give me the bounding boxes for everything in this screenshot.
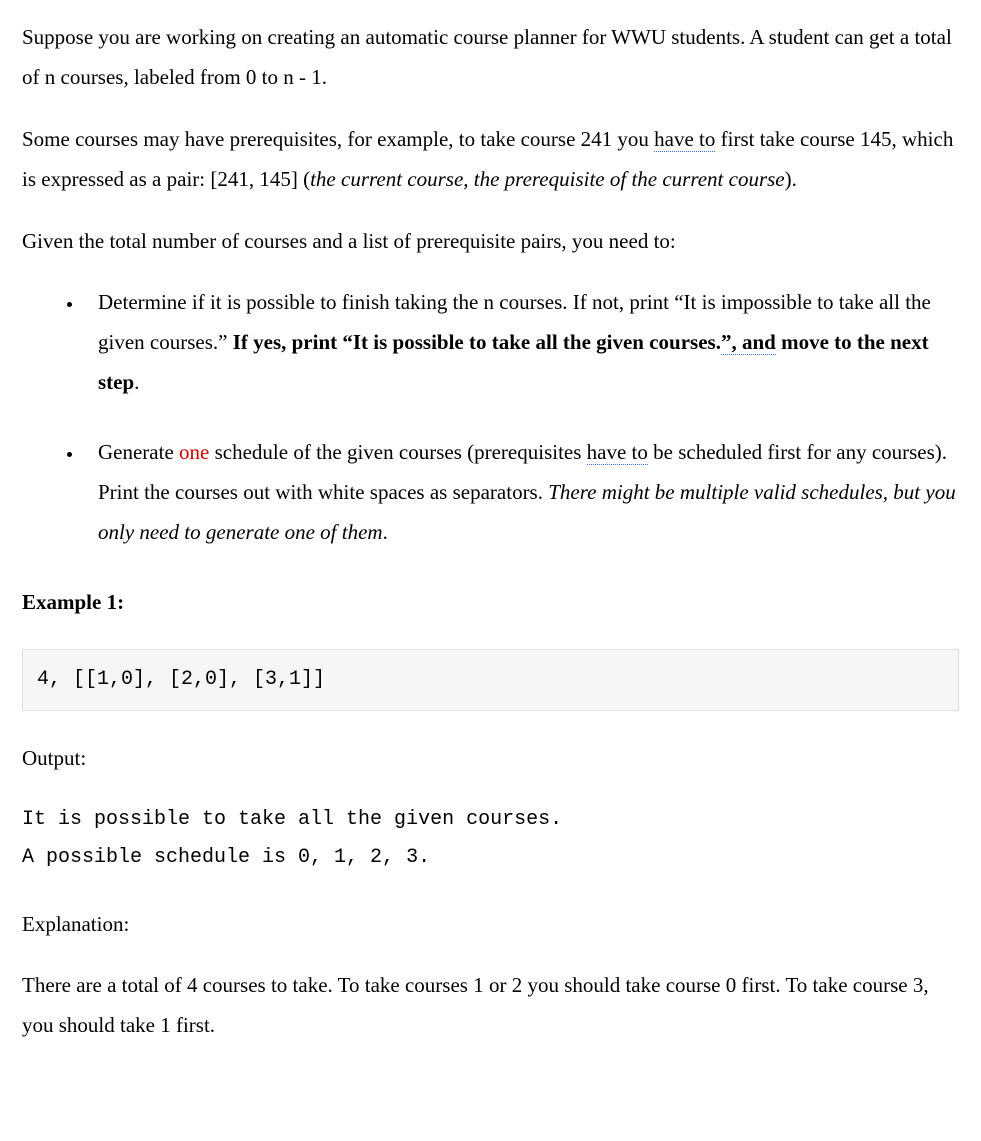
text: . (383, 520, 388, 544)
text: Generate (98, 440, 179, 464)
example-output: It is possible to take all the given cou… (22, 801, 959, 877)
text: ). (785, 167, 797, 191)
example-input-code: 4, [[1,0], [2,0], [3,1]] (22, 649, 959, 711)
intro-paragraph-1: Suppose you are working on creating an a… (22, 18, 959, 98)
text: schedule of the given courses (prerequis… (209, 440, 586, 464)
example-heading: Example 1: (22, 583, 959, 623)
explanation-text: There are a total of 4 courses to take. … (22, 966, 959, 1046)
text: . (134, 370, 139, 394)
underlined-text: have to (587, 440, 648, 465)
intro-paragraph-2: Some courses may have prerequisites, for… (22, 120, 959, 200)
highlighted-text: one (179, 440, 209, 464)
list-item: Determine if it is possible to finish ta… (84, 283, 959, 403)
italic-text: the current course, the prerequisite of … (310, 167, 785, 191)
intro-paragraph-3: Given the total number of courses and a … (22, 222, 959, 262)
underlined-text: have to (654, 127, 715, 152)
explanation-label: Explanation: (22, 905, 959, 945)
list-item: Generate one schedule of the given cours… (84, 433, 959, 553)
requirements-list: Determine if it is possible to finish ta… (22, 283, 959, 552)
underlined-text: ”, and (721, 330, 776, 355)
text: Some courses may have prerequisites, for… (22, 127, 654, 151)
output-label: Output: (22, 739, 959, 779)
text: If yes, print “It is possible to take al… (233, 330, 721, 354)
